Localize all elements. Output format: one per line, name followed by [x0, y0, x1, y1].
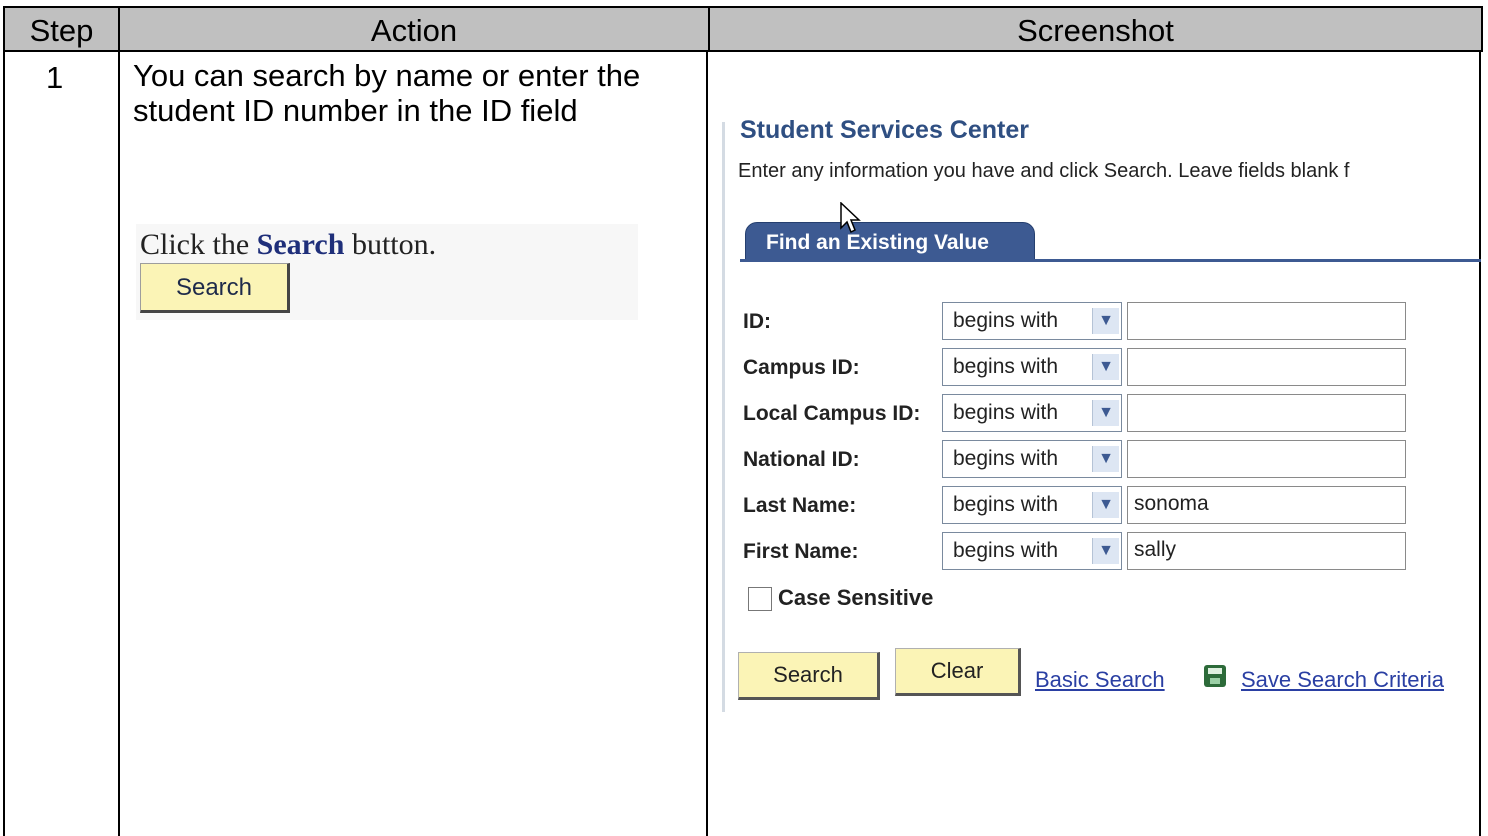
last-name-input[interactable]: sonoma — [1127, 486, 1406, 524]
operator-select-first-name[interactable]: begins with ▼ — [942, 532, 1122, 570]
instruction-keyword: Search — [256, 228, 345, 261]
chevron-down-icon: ▼ — [1092, 446, 1119, 472]
tab-underline — [740, 259, 1481, 262]
header-step: Step — [3, 6, 118, 52]
table-border-left — [3, 52, 5, 836]
chevron-down-icon: ▼ — [1092, 354, 1119, 380]
step-number: 1 — [46, 60, 64, 95]
search-button[interactable]: Search — [738, 652, 880, 700]
panel-left-border — [722, 122, 725, 712]
chevron-down-icon: ▼ — [1092, 538, 1119, 564]
operator-select-national-id[interactable]: begins with ▼ — [942, 440, 1122, 478]
operator-select-local-campus-id[interactable]: begins with ▼ — [942, 394, 1122, 432]
header-screenshot: Screenshot — [708, 6, 1483, 52]
chevron-down-icon: ▼ — [1092, 400, 1119, 426]
instruction-search-button: Search — [140, 263, 290, 313]
mouse-cursor-icon — [840, 202, 861, 234]
save-search-criteria-link[interactable]: Save Search Criteria — [1241, 667, 1444, 693]
field-label: First Name: — [743, 540, 859, 563]
field-label: Last Name: — [743, 494, 857, 517]
header-action: Action — [118, 6, 708, 52]
basic-search-link[interactable]: Basic Search — [1035, 667, 1165, 693]
field-label: Local Campus ID: — [743, 402, 921, 425]
search-instructions: Enter any information you have and click… — [738, 160, 1350, 182]
operator-select-id[interactable]: begins with ▼ — [942, 302, 1122, 340]
local-campus-id-input[interactable] — [1127, 394, 1406, 432]
campus-id-input[interactable] — [1127, 348, 1406, 386]
national-id-input[interactable] — [1127, 440, 1406, 478]
field-label: National ID: — [743, 448, 860, 471]
instruction-text: Click the Search button. — [140, 228, 437, 261]
case-sensitive-label: Case Sensitive — [778, 585, 934, 610]
screenshot-panel: Student Services Center Enter any inform… — [708, 52, 1481, 827]
id-input[interactable] — [1127, 302, 1406, 340]
first-name-input[interactable]: sally — [1127, 532, 1406, 570]
field-label: ID: — [743, 310, 771, 333]
chevron-down-icon: ▼ — [1092, 492, 1119, 518]
tab-find-existing-value[interactable]: Find an Existing Value — [745, 222, 1035, 262]
chevron-down-icon: ▼ — [1092, 308, 1119, 334]
page-title: Student Services Center — [740, 116, 1029, 144]
operator-select-campus-id[interactable]: begins with ▼ — [942, 348, 1122, 386]
action-description: You can search by name or enter the stud… — [133, 58, 641, 128]
instruction-callout: Click the Search button. Search — [136, 224, 638, 320]
case-sensitive-checkbox[interactable] — [748, 587, 772, 611]
clear-button[interactable]: Clear — [895, 648, 1021, 696]
field-label: Campus ID: — [743, 356, 860, 379]
operator-select-last-name[interactable]: begins with ▼ — [942, 486, 1122, 524]
table-divider-step — [118, 52, 120, 836]
save-icon[interactable] — [1204, 665, 1226, 687]
